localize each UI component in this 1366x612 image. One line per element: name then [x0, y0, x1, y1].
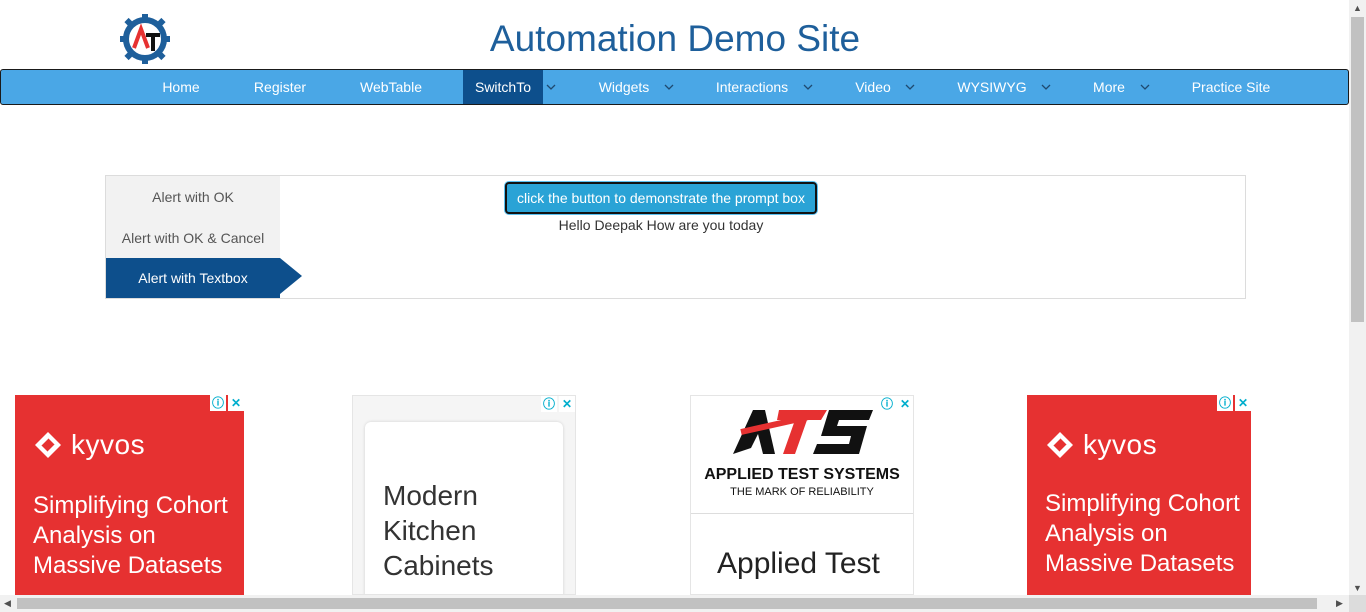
chevron-down-icon[interactable]: [800, 70, 816, 104]
scroll-down-icon[interactable]: ▼: [1353, 583, 1362, 593]
ad-brand-name: APPLIED TEST SYSTEMS: [704, 466, 900, 483]
ad-text: Applied Test: [717, 547, 880, 580]
ad-info-icon[interactable]: ⓘ: [879, 396, 895, 412]
tab-alert-textbox[interactable]: Alert with Textbox: [106, 258, 280, 298]
ad-banner-kyvos[interactable]: ⓘ ✕ kyvos Simplifying Cohort Analysis on…: [15, 395, 244, 595]
ad-banner-kyvos-2[interactable]: ⓘ ✕ kyvos Simplifying Cohort Analysis on…: [1027, 395, 1251, 595]
alerts-panel: Alert with OK Alert with OK & Cancel Ale…: [105, 175, 1246, 299]
ad-info-icon[interactable]: ⓘ: [210, 395, 226, 411]
kyvos-mark-icon: [35, 432, 61, 458]
ad-text: Simplifying Cohort Analysis on Massive D…: [1045, 490, 1240, 577]
ad-tagline: THE MARK OF RELIABILITY: [730, 486, 874, 498]
ad-close-icon[interactable]: ✕: [1235, 395, 1251, 411]
page-title: Automation Demo Site: [489, 18, 861, 59]
nav-switchto[interactable]: SwitchTo: [463, 70, 543, 104]
nav-webtable[interactable]: WebTable: [349, 70, 433, 104]
chevron-down-icon[interactable]: [1137, 70, 1153, 104]
ad-controls: ⓘ ✕: [1217, 395, 1251, 411]
ad-controls: ⓘ ✕: [879, 396, 913, 412]
kyvos-logo: kyvos: [1045, 429, 1157, 461]
main-navbar: Home Register WebTable SwitchTo Widgets …: [0, 69, 1349, 105]
ad-info-icon[interactable]: ⓘ: [1217, 395, 1233, 411]
ad-controls: ⓘ ✕: [210, 395, 244, 411]
kyvos-mark-icon: [1047, 432, 1073, 458]
scroll-up-icon[interactable]: ▲: [1353, 3, 1362, 13]
nav-video[interactable]: Video: [843, 70, 903, 104]
vertical-scroll-thumb[interactable]: [1351, 17, 1364, 322]
prompt-box-button[interactable]: click the button to demonstrate the prom…: [505, 182, 817, 214]
ad-banner-cabinets[interactable]: ⓘ ✕ Modern Kitchen Cabinets: [352, 395, 576, 595]
scrollbar-corner: [1349, 595, 1366, 612]
chevron-down-icon[interactable]: [543, 70, 559, 104]
nav-more[interactable]: More: [1081, 70, 1137, 104]
ad-text: Simplifying Cohort Analysis on Massive D…: [33, 492, 228, 579]
alert-tabs: Alert with OK Alert with OK & Cancel Ale…: [106, 176, 280, 298]
nav-widgets[interactable]: Widgets: [586, 70, 662, 104]
vertical-scrollbar[interactable]: ▲ ▼: [1349, 0, 1366, 595]
ad-close-icon[interactable]: ✕: [559, 396, 575, 412]
tab-alert-ok-cancel[interactable]: Alert with OK & Cancel: [106, 218, 280, 258]
ad-close-icon[interactable]: ✕: [228, 395, 244, 411]
chevron-down-icon[interactable]: [1038, 70, 1054, 104]
chevron-down-icon[interactable]: [661, 70, 677, 104]
nav-register[interactable]: Register: [244, 70, 316, 104]
ad-info-icon[interactable]: ⓘ: [541, 396, 557, 412]
ats-logo-area: APPLIED TEST SYSTEMS THE MARK OF RELIABI…: [691, 396, 913, 514]
ad-controls: ⓘ ✕: [541, 396, 575, 412]
ad-text: Modern Kitchen Cabinets: [383, 480, 494, 581]
ad-close-icon[interactable]: ✕: [897, 396, 913, 412]
prompt-result-text: Hello Deepak How are you today: [558, 217, 764, 233]
active-tab-arrow: [280, 258, 302, 294]
tab-alert-ok[interactable]: Alert with OK: [106, 177, 280, 217]
horizontal-scroll-thumb[interactable]: [17, 598, 1317, 609]
scroll-right-icon[interactable]: ▶: [1336, 598, 1343, 609]
nav-home[interactable]: Home: [151, 70, 211, 104]
ad-brand: kyvos: [71, 429, 146, 460]
nav-practice-site[interactable]: Practice Site: [1179, 70, 1283, 104]
nav-wysiwyg[interactable]: WYSIWYG: [947, 70, 1037, 104]
ad-banner-ats[interactable]: APPLIED TEST SYSTEMS THE MARK OF RELIABI…: [690, 395, 914, 595]
ad-card: Modern Kitchen Cabinets: [365, 422, 563, 594]
horizontal-scrollbar[interactable]: ◀ ▶: [0, 595, 1349, 612]
kyvos-logo: kyvos: [33, 429, 145, 461]
nav-interactions[interactable]: Interactions: [703, 70, 801, 104]
ad-brand: kyvos: [1083, 429, 1158, 460]
chevron-down-icon[interactable]: [902, 70, 918, 104]
scroll-left-icon[interactable]: ◀: [4, 598, 11, 609]
